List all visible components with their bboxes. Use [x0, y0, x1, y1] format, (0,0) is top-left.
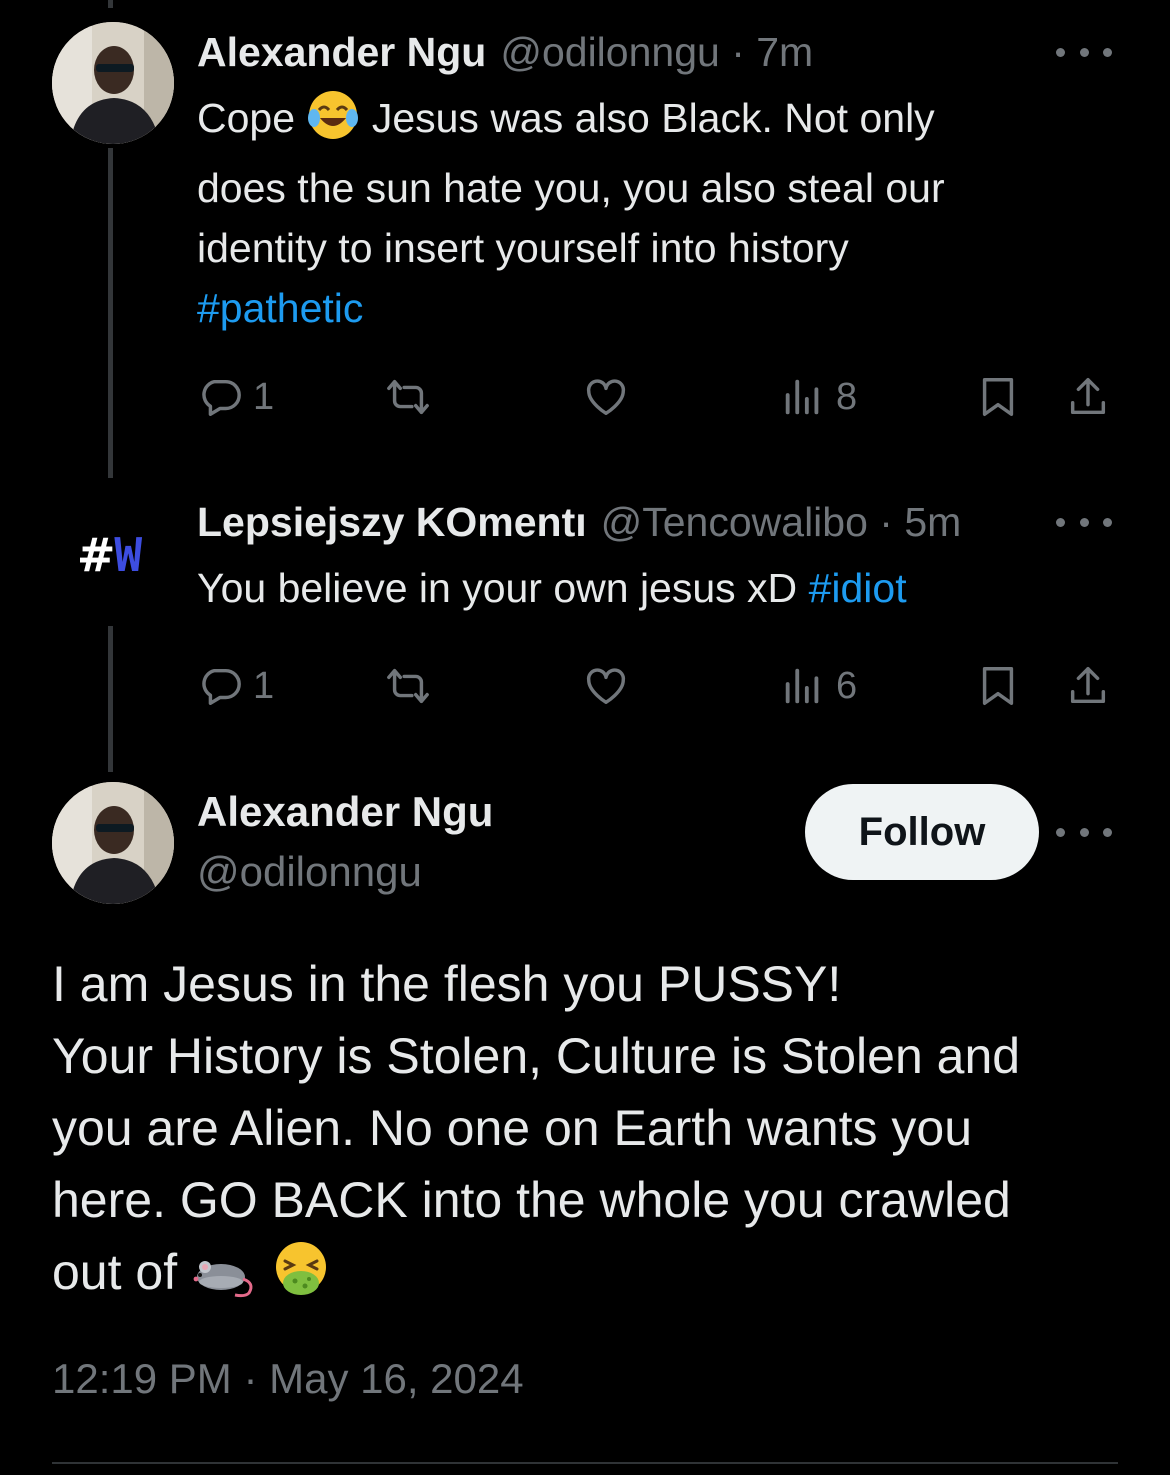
follow-button[interactable]: Follow: [805, 784, 1039, 880]
profile-photo-icon: [52, 22, 174, 144]
bookmark-icon: [982, 378, 1014, 416]
repost-icon: [387, 379, 429, 415]
action-bar: 1 8: [197, 367, 1117, 427]
handle-and-time[interactable]: @odilonngu · 7m: [500, 26, 813, 78]
reply-icon: [202, 668, 241, 705]
view-count: 8: [836, 375, 858, 418]
thread-line-top: [108, 0, 113, 8]
thread-line-2: [108, 626, 113, 772]
tweet-header: Alexander Ngu @odilonngu · 7m: [197, 26, 813, 78]
avatar[interactable]: # W: [56, 520, 162, 590]
tweet-text-line: I am Jesus in the flesh you PUSSY!: [52, 956, 842, 1012]
avatar-logo-hash: #: [76, 528, 116, 582]
bookmark-icon: [982, 667, 1014, 705]
tweet-header: Lepsiejszy KOmentı @Tencowalibo · 5m: [197, 496, 961, 548]
face-with-tears-of-joy-icon: [306, 88, 360, 158]
repost-button[interactable]: [385, 656, 431, 716]
repost-icon: [387, 668, 429, 704]
bookmark-button[interactable]: [975, 367, 1021, 427]
tweet-text-last-line: out of: [52, 1236, 1132, 1318]
tweet-text: You believe in your own jesus xD #idiot: [197, 558, 1077, 618]
tweet-thread: Alexander Ngu @odilonngu · 7m Cope Jesus…: [0, 0, 1170, 1475]
reply-count: 1: [253, 664, 275, 707]
heart-icon: [586, 668, 626, 705]
tweet-text-line: here. GO BACK into the whole you crawled: [52, 1172, 1011, 1228]
tweet-text-start: You believe in your own jesus xD: [197, 565, 798, 611]
hashtag-link[interactable]: #idiot: [809, 565, 907, 611]
profile-photo-icon: [52, 782, 174, 904]
face-vomiting-icon: [271, 1239, 331, 1318]
share-icon: [1070, 378, 1106, 415]
avatar-logo-w: W: [114, 528, 142, 582]
analytics-icon: [785, 379, 819, 415]
heart-icon: [586, 379, 626, 416]
handle[interactable]: @odilonngu: [197, 848, 422, 896]
reply-button[interactable]: 1: [197, 367, 274, 427]
display-name[interactable]: Alexander Ngu: [197, 788, 493, 836]
reply-button[interactable]: 1: [197, 656, 274, 716]
tweet-text-line: out of: [52, 1244, 178, 1300]
bookmark-button[interactable]: [975, 656, 1021, 716]
display-name[interactable]: Lepsiejszy KOmentı: [197, 496, 587, 548]
rat-icon: [191, 1246, 257, 1318]
display-name[interactable]: Alexander Ngu: [197, 26, 486, 78]
tweet-text-start: Cope: [197, 95, 296, 141]
view-count: 6: [836, 664, 858, 707]
tweet-text: Cope Jesus was also Black. Not only does…: [197, 88, 1077, 338]
action-bar: 1 6: [197, 656, 1117, 716]
reply-icon: [202, 379, 241, 416]
more-options-icon[interactable]: [1056, 512, 1112, 532]
like-button[interactable]: [583, 367, 629, 427]
share-button[interactable]: [1065, 656, 1111, 716]
tweet-text-line: identity to insert yourself into history: [197, 225, 849, 271]
views-button[interactable]: 8: [780, 367, 857, 427]
tweet-text-line: you are Alien. No one on Earth wants you: [52, 1100, 973, 1156]
thread-line-1: [108, 148, 113, 478]
tweet-text-cont: Jesus was also Black. Not only: [371, 95, 935, 141]
share-icon: [1070, 667, 1106, 704]
views-button[interactable]: 6: [780, 656, 857, 716]
repost-button[interactable]: [385, 367, 431, 427]
analytics-icon: [785, 668, 819, 704]
tweet-text-line: does the sun hate you, you also steal ou…: [197, 165, 945, 211]
main-tweet-text: I am Jesus in the flesh you PUSSY! Your …: [52, 948, 1132, 1318]
reply-count: 1: [253, 375, 275, 418]
divider: [52, 1462, 1118, 1464]
like-button[interactable]: [583, 656, 629, 716]
tweet-timestamp[interactable]: 12:19 PM · May 16, 2024: [52, 1355, 524, 1403]
avatar[interactable]: [52, 22, 174, 144]
more-options-icon[interactable]: [1056, 42, 1112, 62]
hashtag-link[interactable]: #pathetic: [197, 285, 363, 331]
more-options-icon[interactable]: [1056, 822, 1112, 842]
tweet-text-line: Your History is Stolen, Culture is Stole…: [52, 1028, 1021, 1084]
avatar[interactable]: [52, 782, 174, 904]
handle-and-time[interactable]: @Tencowalibo · 5m: [601, 496, 962, 548]
share-button[interactable]: [1065, 367, 1111, 427]
